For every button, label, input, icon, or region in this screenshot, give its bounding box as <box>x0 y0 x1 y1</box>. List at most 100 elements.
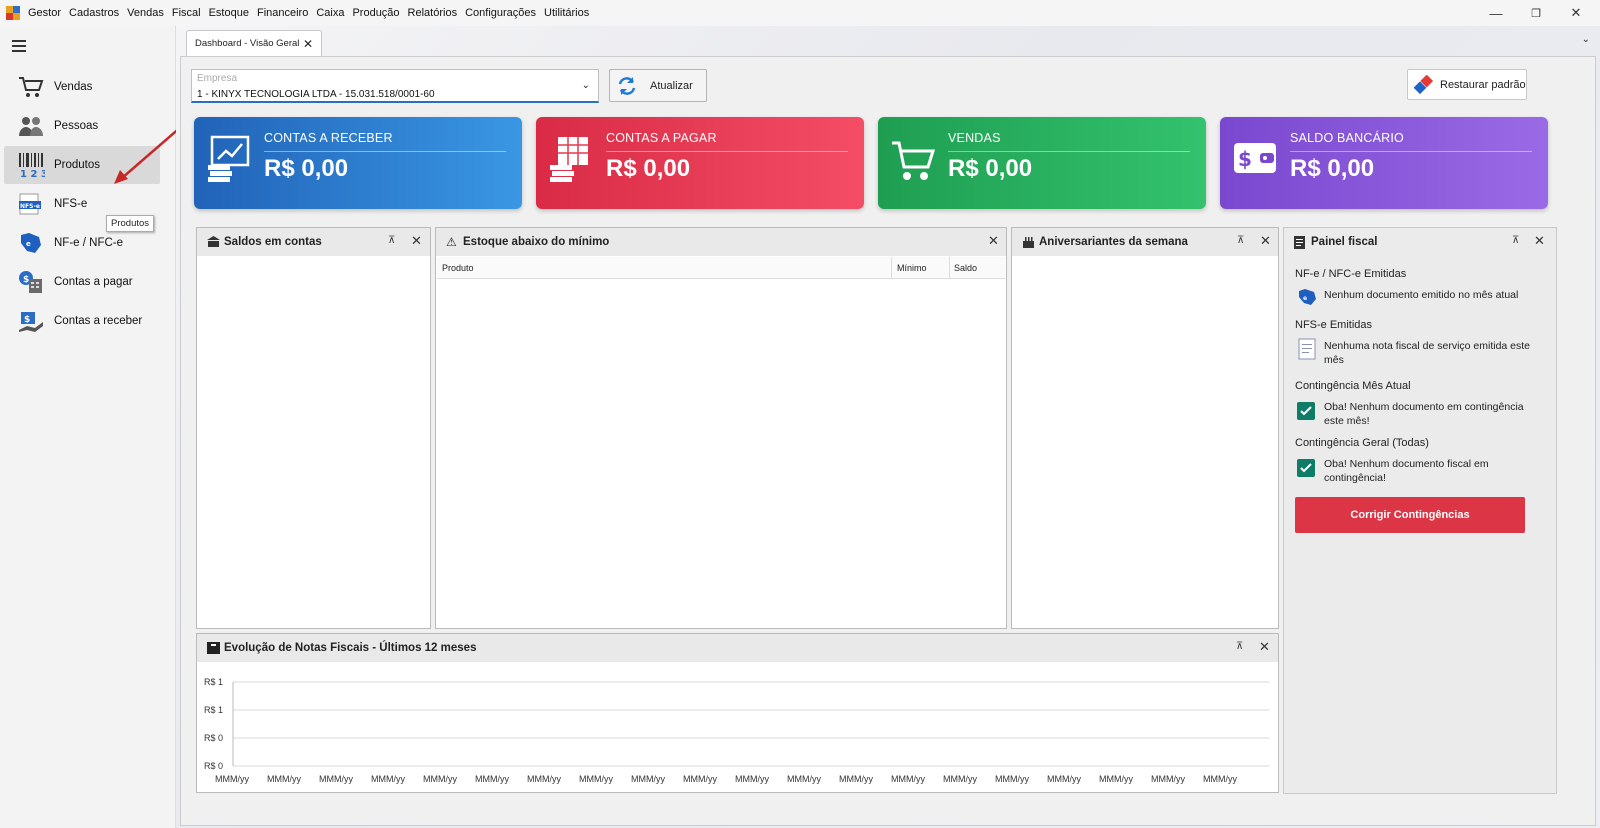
cart-icon <box>892 141 936 180</box>
panel-title: Saldos em contas <box>224 236 322 248</box>
menu-utilitarios[interactable]: Utilitários <box>540 0 593 26</box>
menu-estoque[interactable]: Estoque <box>205 0 253 26</box>
pin-icon[interactable]: ⊼ <box>1236 641 1243 652</box>
contingencia-atual-msg: Oba! Nenhum documento em contingência es… <box>1324 401 1524 427</box>
x-tick-label: MMM/yy <box>475 774 509 784</box>
close-icon[interactable]: ✕ <box>988 233 999 249</box>
menu-producao[interactable]: Produção <box>348 0 403 26</box>
svg-text:e: e <box>1303 295 1307 302</box>
corrigir-contingencias-button[interactable]: Corrigir Contingências <box>1295 497 1525 533</box>
x-tick-label: MMM/yy <box>735 774 769 784</box>
pin-icon[interactable]: ⊼ <box>1237 235 1244 246</box>
estoque-grid-header: Produto Mínimo Saldo <box>437 257 1005 279</box>
panel-title: Painel fiscal <box>1311 236 1378 248</box>
sidebar-item-contas-pagar[interactable]: $ Contas a pagar <box>4 263 160 301</box>
nfse-emitidas-msg: Nenhuma nota fiscal de serviço emitida e… <box>1324 340 1531 366</box>
empresa-select[interactable]: Empresa 1 - KINYX TECNOLOGIA LTDA - 15.0… <box>191 69 599 103</box>
atualizar-label: Atualizar <box>650 79 693 92</box>
dashboard-content: Empresa 1 - KINYX TECNOLOGIA LTDA - 15.0… <box>180 56 1596 826</box>
card-divider <box>606 151 848 152</box>
sidebar: Vendas Pessoas 1 2 3 Produtos NFS-e NFS-… <box>0 26 183 828</box>
card-title: SALDO BANCÁRIO <box>1290 131 1404 145</box>
pin-icon[interactable]: ⊼ <box>388 235 395 246</box>
bank-icon <box>207 236 220 247</box>
panel-title: Estoque abaixo do mínimo <box>463 236 610 248</box>
close-icon[interactable]: ✕ <box>411 233 422 249</box>
archive-icon <box>207 642 220 654</box>
x-tick-label: MMM/yy <box>683 774 717 784</box>
hamburger-menu-icon[interactable] <box>12 40 26 55</box>
nfe-emitidas-msg: Nenhum documento emitido no mês atual <box>1324 289 1519 301</box>
card-contas-pagar[interactable]: CONTAS A PAGAR R$ 0,00 <box>536 117 864 209</box>
close-tab-icon[interactable]: ✕ <box>303 37 313 51</box>
close-icon[interactable]: ✕ <box>1534 233 1545 249</box>
sidebar-item-label: Pessoas <box>54 120 99 132</box>
sidebar-item-vendas[interactable]: Vendas <box>4 68 160 106</box>
col-minimo[interactable]: Mínimo <box>897 263 927 273</box>
card-value: R$ 0,00 <box>264 155 349 182</box>
x-tick-label: MMM/yy <box>1203 774 1237 784</box>
table-money-icon <box>550 137 588 182</box>
menu-fiscal[interactable]: Fiscal <box>168 0 205 26</box>
y-tick-label: R$ 0 <box>204 761 223 771</box>
y-tick-label: R$ 1 <box>204 677 223 687</box>
minimize-button[interactable]: — <box>1476 0 1516 26</box>
x-tick-label: MMM/yy <box>371 774 405 784</box>
menu-relatorios[interactable]: Relatórios <box>404 0 462 26</box>
sidebar-item-label: NFS-e <box>54 198 88 210</box>
restaurar-padrao-button[interactable]: Restaurar padrão <box>1407 69 1527 100</box>
svg-text:NFS-e: NFS-e <box>20 203 40 210</box>
card-vendas[interactable]: VENDAS R$ 0,00 <box>878 117 1206 209</box>
menu-caixa[interactable]: Caixa <box>312 0 348 26</box>
sidebar-item-label: Vendas <box>54 81 93 93</box>
x-tick-label: MMM/yy <box>943 774 977 784</box>
maximize-button[interactable]: ❐ <box>1516 0 1556 26</box>
card-divider <box>1290 151 1532 152</box>
tooltip: Produtos <box>106 215 155 232</box>
card-divider <box>948 151 1190 152</box>
app-title[interactable]: Gestor <box>24 0 65 26</box>
empresa-value: 1 - KINYX TECNOLOGIA LTDA - 15.031.518/0… <box>197 89 435 100</box>
tab-dashboard[interactable]: Dashboard - Visão Geral ✕ <box>186 30 322 56</box>
card-value: R$ 0,00 <box>1290 155 1375 182</box>
empresa-placeholder: Empresa <box>197 73 238 84</box>
card-value: R$ 0,00 <box>948 155 1033 182</box>
tab-list-chevron-icon[interactable]: ⌄ <box>1582 34 1590 45</box>
menu-configuracoes[interactable]: Configurações <box>461 0 540 26</box>
menu-vendas[interactable]: Vendas <box>123 0 168 26</box>
sidebar-item-contas-receber[interactable]: $ Contas a receber <box>4 302 160 340</box>
pin-icon[interactable]: ⊼ <box>1512 235 1519 246</box>
notas-chart: R$ 1 R$ 1 R$ 0 R$ 0 MMM/yy MMM/yy MMM/yy MMM/yy… <box>204 677 1269 784</box>
x-tick-label: MMM/yy <box>891 774 925 784</box>
card-saldo-bancario[interactable]: $ SALDO BANCÁRIO R$ 0,00 <box>1220 117 1548 209</box>
close-window-button[interactable]: ✕ <box>1556 0 1596 26</box>
contingencia-geral-title: Contingência Geral (Todas) <box>1295 437 1429 449</box>
panel-header: Painel fiscal ⊼ ✕ <box>1284 228 1556 256</box>
contingencia-atual-title: Contingência Mês Atual <box>1295 380 1411 392</box>
menu-financeiro[interactable]: Financeiro <box>253 0 312 26</box>
col-saldo[interactable]: Saldo <box>954 263 977 273</box>
money-chart-icon <box>208 135 250 182</box>
x-tick-label: MMM/yy <box>995 774 1029 784</box>
card-contas-receber[interactable]: CONTAS A RECEBER R$ 0,00 <box>194 117 522 209</box>
close-icon[interactable]: ✕ <box>1260 233 1271 249</box>
tab-label: Dashboard - Visão Geral <box>195 38 300 49</box>
cart-icon <box>16 73 46 101</box>
card-title: CONTAS A RECEBER <box>264 131 393 145</box>
receivable-icon: $ <box>16 307 46 335</box>
col-produto[interactable]: Produto <box>442 263 474 273</box>
panel-estoque-minimo: ⚠ Estoque abaixo do mínimo ✕ Produto Mín… <box>435 227 1007 629</box>
x-tick-label: MMM/yy <box>527 774 561 784</box>
svg-text:1 2 3: 1 2 3 <box>20 169 45 178</box>
red-arrow-annotation <box>114 125 183 184</box>
menu-cadastros[interactable]: Cadastros <box>65 0 123 26</box>
close-icon[interactable]: ✕ <box>1259 639 1270 655</box>
panel-header: ⚠ Estoque abaixo do mínimo ✕ <box>436 228 1006 256</box>
atualizar-button[interactable]: Atualizar <box>609 69 707 102</box>
column-divider <box>949 257 950 279</box>
x-tick-label: MMM/yy <box>1099 774 1133 784</box>
app-logo-icon <box>6 6 20 20</box>
nfse-emitidas-title: NFS-e Emitidas <box>1295 319 1373 331</box>
x-tick-label: MMM/yy <box>319 774 353 784</box>
card-title: CONTAS A PAGAR <box>606 131 717 145</box>
